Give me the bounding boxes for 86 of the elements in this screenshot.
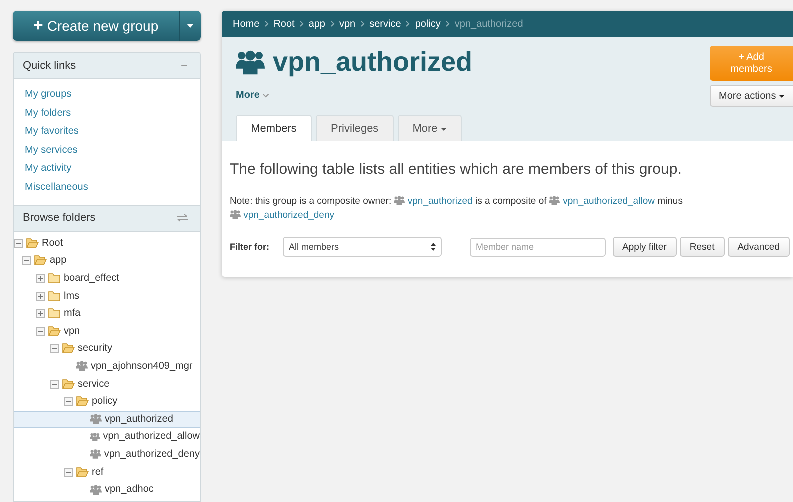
breadcrumb-link[interactable]: Root [274, 18, 295, 30]
tree-item[interactable]: lms [14, 287, 200, 305]
group-icon [90, 449, 102, 460]
tree-item[interactable]: vpn_authorized_allow [14, 428, 200, 446]
group-icon [236, 50, 265, 75]
tree-item[interactable]: security [14, 340, 200, 358]
tree-item[interactable]: vpn_authorized_deny [14, 446, 200, 464]
tree-item[interactable]: app [14, 252, 200, 270]
open-folder-icon [26, 238, 39, 249]
open-folder-icon [34, 255, 47, 266]
group-icon [76, 361, 88, 372]
panel-title: Quick links [23, 60, 76, 72]
intro-text: The following table lists all entities which are members of this group. [230, 161, 683, 178]
folder-icon [48, 290, 61, 302]
chevron-icon [300, 21, 304, 27]
tab[interactable]: More [398, 115, 462, 141]
group-icon [90, 414, 102, 424]
caret-icon [779, 94, 786, 98]
group-title: vpn_authorized [273, 47, 473, 78]
tree-item[interactable]: service [14, 375, 200, 393]
tree-item[interactable]: vpn_authorized [14, 410, 200, 428]
chevron-icon [446, 21, 450, 27]
tree-item[interactable]: mfa [14, 304, 200, 323]
open-folder-icon [62, 378, 75, 390]
folder-icon [48, 273, 61, 284]
filter-button[interactable]: Advanced [728, 237, 790, 257]
panel-title: Browse folders [23, 212, 96, 224]
group-link[interactable]: vpn_authorized_deny [230, 210, 334, 221]
member-filter-select[interactable]: All members [282, 237, 442, 257]
breadcrumb-link[interactable]: Home [233, 18, 260, 30]
quick-link[interactable]: My activity [25, 162, 189, 177]
swap-icon[interactable] [177, 214, 188, 222]
open-folder-icon [76, 466, 89, 478]
quick-link[interactable]: My folders [25, 106, 189, 122]
tree-item[interactable]: Root [14, 234, 200, 252]
quick-link[interactable]: Miscellaneous [25, 180, 189, 196]
collapse-icon[interactable] [22, 256, 31, 266]
folder-icon [48, 308, 61, 320]
quick-link[interactable]: My favorites [25, 125, 189, 140]
filter-button[interactable]: Reset [680, 237, 725, 257]
tree-item[interactable]: ref [14, 463, 200, 481]
group-icon [90, 484, 102, 495]
tab[interactable]: Members [236, 115, 312, 141]
collapse-icon[interactable] [50, 380, 59, 389]
note-text: Note: this group is a composite owner: vpn_authorized is a composite of vpn_authorized_allow minus vpn_authorized_deny [230, 195, 684, 223]
expand-icon[interactable] [36, 292, 45, 301]
breadcrumb-link[interactable]: policy [415, 18, 441, 30]
member-name-field[interactable]: Member name [470, 238, 606, 256]
quick-link[interactable]: My services [25, 144, 189, 158]
collapse-icon[interactable] [14, 238, 23, 248]
sort-arrows-icon [431, 243, 436, 251]
caret-icon [440, 128, 447, 132]
tree-item[interactable]: vpn_ajohnson409_mgr [14, 358, 200, 376]
group-icon [230, 210, 241, 219]
collapse-icon[interactable] [50, 344, 59, 354]
group-icon [394, 196, 406, 205]
filter-label: Filter for: [230, 242, 270, 252]
tree-item[interactable]: vpn [14, 322, 200, 340]
open-folder-icon [48, 326, 61, 337]
open-folder-icon [76, 396, 89, 408]
chevron-icon [406, 21, 410, 27]
chevron-down-icon [262, 94, 269, 98]
chevron-icon [264, 21, 269, 27]
expand-icon[interactable] [36, 309, 45, 318]
tree-item[interactable]: board_effect [14, 270, 200, 288]
group-icon [90, 432, 100, 442]
breadcrumb-link[interactable]: service [370, 18, 402, 30]
tree-item[interactable]: vpn_adhoc [14, 480, 200, 498]
filter-button[interactable]: Apply filter [612, 237, 677, 257]
collapse-icon[interactable] [64, 468, 73, 477]
group-link[interactable]: vpn_authorized_allow [549, 196, 655, 207]
breadcrumb-link[interactable]: app [308, 18, 326, 30]
breadcrumb-link[interactable]: vpn [340, 18, 356, 30]
group-icon [549, 196, 560, 205]
chevron-icon [360, 21, 365, 27]
group-link[interactable]: vpn_authorized [394, 196, 473, 207]
open-folder-icon [62, 343, 75, 354]
chevron-icon [330, 21, 334, 27]
collapse-icon[interactable] [64, 397, 73, 406]
quick-link[interactable]: My groups [25, 88, 189, 103]
more-actions-button[interactable]: More actions [710, 85, 793, 107]
tab[interactable]: Privileges [316, 115, 394, 141]
tree-item[interactable]: policy [14, 392, 200, 410]
expand-icon[interactable] [36, 274, 45, 284]
more-link[interactable]: More [236, 90, 473, 101]
collapse-icon[interactable] [36, 326, 45, 336]
